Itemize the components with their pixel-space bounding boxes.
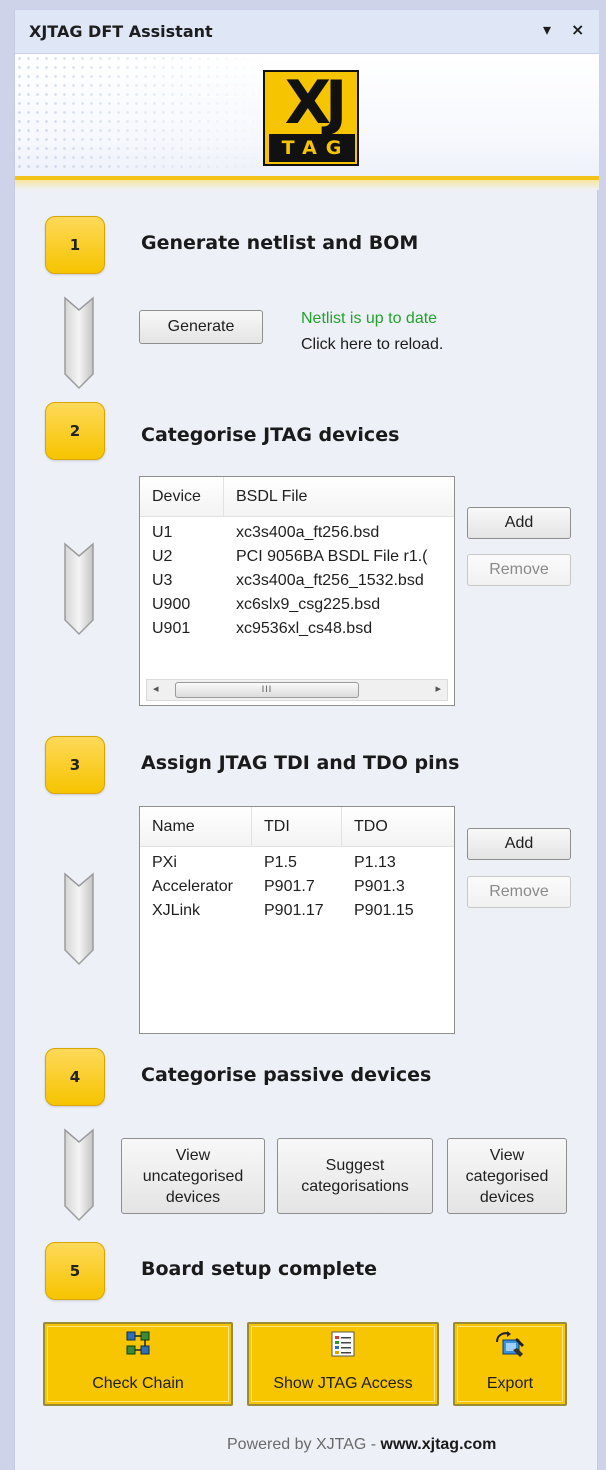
name-cell: XJLink bbox=[152, 902, 201, 919]
show-jtag-access-label: Show JTAG Access bbox=[273, 1375, 413, 1392]
scrollbar-thumb[interactable]: III bbox=[175, 682, 359, 698]
dft-assistant-panel: XJTAG DFT Assistant ▾ × XJ TAG 1 Generat… bbox=[14, 10, 599, 1470]
device-cell: U2 bbox=[152, 548, 173, 565]
tdi-cell: P901.17 bbox=[264, 902, 324, 919]
powered-by-text: Powered by XJTAG - bbox=[227, 1436, 381, 1453]
column-header-bsdl-file[interactable]: BSDL File bbox=[224, 477, 454, 517]
chain-icon bbox=[126, 1331, 150, 1355]
generate-button[interactable]: Generate bbox=[139, 310, 263, 344]
logo-tag-text: TAG bbox=[269, 134, 355, 162]
name-cell: Accelerator bbox=[152, 878, 233, 895]
step-3-arrow-icon bbox=[64, 872, 94, 966]
step-1-arrow-icon bbox=[64, 296, 94, 390]
check-chain-label: Check Chain bbox=[92, 1375, 184, 1392]
table-row[interactable]: U3 xc3s400a_ft256_1532.bsd bbox=[140, 569, 454, 593]
button-label-line: View bbox=[175, 1146, 211, 1164]
column-header-device[interactable]: Device bbox=[140, 477, 224, 517]
table-row[interactable]: U2 PCI 9056BA BSDL File r1.( bbox=[140, 545, 454, 569]
banner-dot-pattern bbox=[15, 54, 275, 174]
export-button[interactable]: Export bbox=[453, 1322, 567, 1406]
step-5-title: Board setup complete bbox=[141, 1258, 378, 1280]
scroll-left-icon[interactable]: ◂ bbox=[153, 682, 159, 695]
table-row[interactable]: XJLink P901.17 P901.15 bbox=[140, 899, 454, 923]
bsdl-file-cell: xc6slx9_csg225.bsd bbox=[236, 596, 381, 613]
reload-link[interactable]: Click here to reload. bbox=[301, 336, 443, 354]
export-icon bbox=[496, 1331, 524, 1357]
horizontal-scrollbar[interactable]: ◂ III ▸ bbox=[146, 679, 448, 701]
name-cell: PXi bbox=[152, 854, 177, 871]
title-bar: XJTAG DFT Assistant ▾ × bbox=[15, 10, 599, 54]
remove-jtag-device-button[interactable]: Remove bbox=[467, 554, 571, 586]
device-cell: U3 bbox=[152, 572, 173, 589]
step-1-title: Generate netlist and BOM bbox=[141, 232, 419, 254]
tdo-cell: P1.13 bbox=[354, 854, 396, 871]
close-icon[interactable]: × bbox=[571, 20, 584, 39]
netlist-status: Netlist is up to date bbox=[301, 310, 438, 327]
table-row[interactable]: Accelerator P901.7 P901.3 bbox=[140, 875, 454, 899]
remove-pin-button[interactable]: Remove bbox=[467, 876, 571, 908]
jtag-devices-header: Device BSDL File bbox=[140, 477, 454, 517]
add-jtag-device-button[interactable]: Add bbox=[467, 507, 571, 539]
header-banner: XJ TAG bbox=[15, 54, 599, 176]
tdo-cell: P901.15 bbox=[354, 902, 414, 919]
jtag-devices-list[interactable]: Device BSDL File U1 xc3s400a_ft256.bsd U… bbox=[139, 476, 455, 706]
tdo-cell: P901.3 bbox=[354, 878, 405, 895]
step-4-title: Categorise passive devices bbox=[141, 1064, 432, 1086]
button-label-line: uncategorised bbox=[142, 1167, 244, 1185]
view-categorised-devices-button[interactable]: View categorised devices bbox=[447, 1138, 567, 1214]
view-uncategorised-devices-button[interactable]: View uncategorised devices bbox=[121, 1138, 265, 1214]
column-header-tdo[interactable]: TDO bbox=[342, 807, 454, 847]
step-2-arrow-icon bbox=[64, 542, 94, 636]
step-1-badge: 1 bbox=[45, 216, 105, 274]
button-label-line: categorised bbox=[465, 1167, 549, 1185]
table-row[interactable]: PXi P1.5 P1.13 bbox=[140, 851, 454, 875]
table-row[interactable]: U1 xc3s400a_ft256.bsd bbox=[140, 521, 454, 545]
logo-xj-text: XJ bbox=[284, 68, 348, 138]
banner-divider-glow bbox=[15, 180, 599, 190]
step-3-title: Assign JTAG TDI and TDO pins bbox=[141, 752, 460, 774]
tdi-cell: P901.7 bbox=[264, 878, 315, 895]
step-5-badge: 5 bbox=[45, 1242, 105, 1300]
bsdl-file-cell: xc9536xl_cs48.bsd bbox=[236, 620, 373, 637]
device-cell: U900 bbox=[152, 596, 191, 613]
table-row[interactable]: U900 xc6slx9_csg225.bsd bbox=[140, 593, 454, 617]
xjtag-logo: XJ TAG bbox=[263, 70, 359, 166]
button-label-line: devices bbox=[165, 1188, 221, 1206]
step-2-badge: 2 bbox=[45, 402, 105, 460]
tdi-cell: P1.5 bbox=[264, 854, 297, 871]
device-cell: U1 bbox=[152, 524, 173, 541]
export-label: Export bbox=[486, 1375, 534, 1392]
suggest-categorisations-button[interactable]: Suggest categorisations bbox=[277, 1138, 433, 1214]
table-row[interactable]: U901 xc9536xl_cs48.bsd bbox=[140, 617, 454, 641]
window-title: XJTAG DFT Assistant bbox=[29, 22, 213, 41]
report-list-icon bbox=[331, 1331, 355, 1357]
scroll-right-icon[interactable]: ▸ bbox=[435, 682, 441, 695]
dropdown-menu-icon[interactable]: ▾ bbox=[543, 20, 551, 39]
bsdl-file-cell: xc3s400a_ft256.bsd bbox=[236, 524, 380, 541]
button-label-line: Suggest bbox=[325, 1157, 385, 1174]
tdi-tdo-header: Name TDI TDO bbox=[140, 807, 454, 847]
step-3-badge: 3 bbox=[45, 736, 105, 794]
column-header-name[interactable]: Name bbox=[140, 807, 252, 847]
bsdl-file-cell: PCI 9056BA BSDL File r1.( bbox=[236, 548, 428, 565]
tdi-tdo-pins-list[interactable]: Name TDI TDO PXi P1.5 P1.13 Accelerator … bbox=[139, 806, 455, 1034]
step-4-arrow-icon bbox=[64, 1128, 94, 1222]
button-label-line: categorisations bbox=[301, 1178, 409, 1195]
device-cell: U901 bbox=[152, 620, 191, 637]
step-2-title: Categorise JTAG devices bbox=[141, 424, 400, 446]
column-header-tdi[interactable]: TDI bbox=[252, 807, 342, 847]
step-4-badge: 4 bbox=[45, 1048, 105, 1106]
show-jtag-access-button[interactable]: Show JTAG Access bbox=[247, 1322, 439, 1406]
button-label-line: devices bbox=[479, 1188, 535, 1206]
website-link[interactable]: www.xjtag.com bbox=[381, 1436, 497, 1453]
footer-credit: Powered by XJTAG - www.xjtag.com bbox=[227, 1436, 496, 1454]
bsdl-file-cell: xc3s400a_ft256_1532.bsd bbox=[236, 572, 424, 589]
check-chain-button[interactable]: Check Chain bbox=[43, 1322, 233, 1406]
add-pin-button[interactable]: Add bbox=[467, 828, 571, 860]
button-label-line: View bbox=[489, 1146, 525, 1164]
